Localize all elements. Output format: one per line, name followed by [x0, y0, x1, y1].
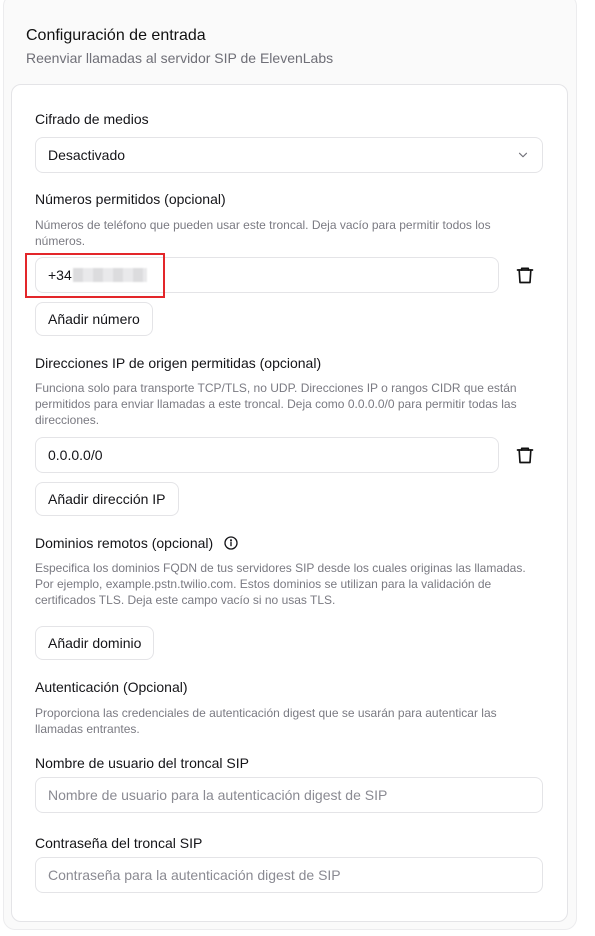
redacted-number-blur — [72, 268, 147, 282]
sip-username-placeholder: Nombre de usuario para la autenticación … — [48, 787, 388, 803]
add-ip-button[interactable]: Añadir dirección IP — [35, 482, 179, 516]
authentication-label: Autenticación (Opcional) — [35, 679, 188, 695]
media-encryption-select[interactable]: Desactivado — [35, 137, 543, 173]
sip-password-label: Contraseña del troncal SIP — [35, 835, 203, 851]
section-subtitle: Reenviar llamadas al servidor SIP de Ele… — [26, 50, 334, 66]
allowed-number-value: +34 — [48, 267, 72, 283]
allowed-ips-label: Direcciones IP de origen permitidas (opc… — [35, 355, 322, 371]
add-number-button[interactable]: Añadir número — [35, 302, 153, 336]
authentication-help: Proporciona las credenciales de autentic… — [35, 706, 497, 736]
allowed-number-input[interactable]: +34 — [35, 257, 499, 293]
trash-icon[interactable] — [515, 445, 535, 465]
allowed-ips-help: Funciona solo para transporte TCP/TLS, n… — [35, 381, 517, 427]
remote-domains-label-row: Dominios remotos (opcional) — [35, 535, 239, 551]
allowed-numbers-help: Números de teléfono que pueden usar este… — [35, 218, 491, 248]
chevron-down-icon — [518, 152, 528, 158]
trash-icon[interactable] — [515, 265, 535, 285]
remote-domains-label: Dominios remotos (opcional) — [35, 535, 214, 551]
section-title: Configuración de entrada — [26, 27, 206, 44]
sip-username-input[interactable]: Nombre de usuario para la autenticación … — [35, 777, 543, 813]
add-domain-button[interactable]: Añadir dominio — [35, 626, 155, 660]
remote-domains-help: Especifica los dominios FQDN de tus serv… — [35, 561, 526, 607]
info-icon[interactable] — [223, 535, 239, 551]
media-encryption-label: Cifrado de medios — [35, 111, 149, 127]
media-encryption-value: Desactivado — [48, 147, 126, 163]
allowed-numbers-label: Números permitidos (opcional) — [35, 191, 226, 207]
allowed-ip-input[interactable]: 0.0.0.0/0 — [35, 437, 499, 473]
sip-password-input[interactable]: Contraseña para la autenticación digest … — [35, 857, 543, 893]
sip-password-placeholder: Contraseña para la autenticación digest … — [48, 867, 341, 883]
sip-username-label: Nombre de usuario del troncal SIP — [35, 755, 249, 771]
